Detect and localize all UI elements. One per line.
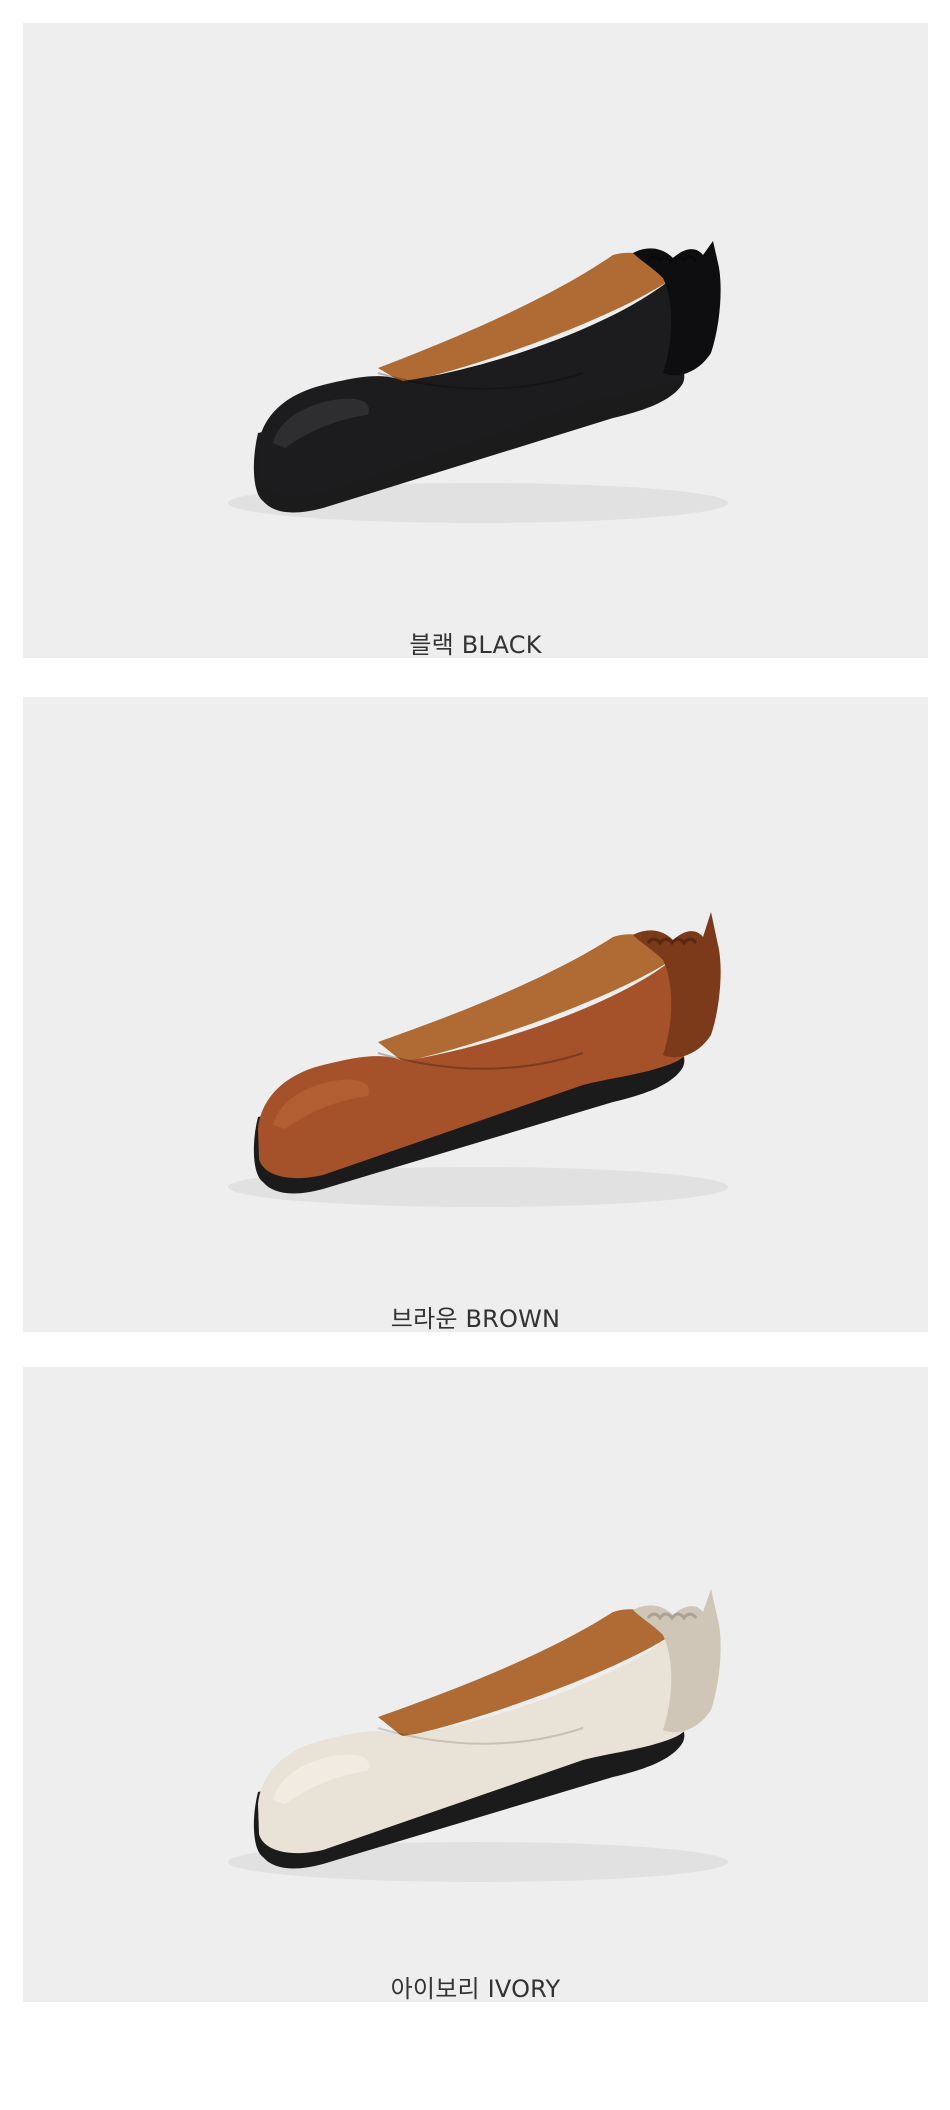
shoe-image-brown (228, 912, 728, 1207)
product-panel-ivory: 아이보리 IVORY (23, 1367, 928, 2002)
product-panel-brown: 브라운 BROWN (23, 697, 928, 1332)
shoe-image-ivory (228, 1589, 728, 1882)
product-caption: 블랙 BLACK (409, 631, 542, 658)
product-caption: 브라운 BROWN (390, 1305, 561, 1332)
product-panel-black: 블랙 BLACK (23, 23, 928, 658)
product-caption: 아이보리 IVORY (390, 1975, 561, 2002)
shoe-image-black (228, 241, 728, 523)
